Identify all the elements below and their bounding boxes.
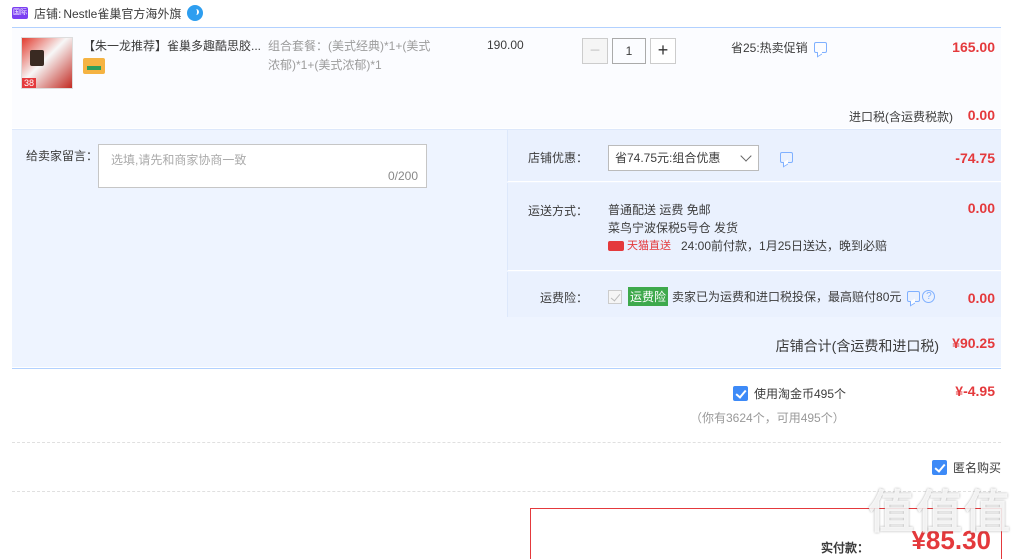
message-icon[interactable] <box>780 152 793 163</box>
shop-label: 店铺: <box>34 6 62 21</box>
tax-value: 0.00 <box>967 107 995 123</box>
order-options-panel: 给卖家留言： 选填,请先和商家协商一致 0/200 店铺优惠： 省74.75元:… <box>12 129 1001 367</box>
delivery-text: 24:00前付款，1月25日送达，晚到必赔 <box>681 239 888 253</box>
tmall-icon <box>608 241 624 251</box>
tax-label: 进口税(含运费税款) <box>849 110 953 124</box>
product-title-link[interactable]: 【朱一龙推荐】雀巢多趣酷思胶... <box>83 37 263 54</box>
insurance-checkbox[interactable] <box>608 289 622 304</box>
help-icon[interactable]: ? <box>922 290 936 303</box>
coupon-select[interactable]: 省74.75元:组合优惠 <box>608 145 759 171</box>
insurance-value: 0.00 <box>967 290 995 306</box>
unit-price: 190.00 <box>487 38 524 52</box>
message-placeholder: 选填,请先和商家协商一致 <box>111 153 247 167</box>
sku-info: 组合套餐：(美式经典)*1+(美式 浓郁)*1+(美式浓郁)*1 <box>268 37 453 75</box>
shipping-value: 0.00 <box>967 200 995 216</box>
tmall-direct-text: 天猫直送 <box>627 240 671 252</box>
anonymous-label: 匿名购买 <box>952 461 1001 475</box>
shop-name-link[interactable]: Nestle雀巢官方海外旗 <box>63 5 181 22</box>
order-item: 【朱一龙推荐】雀巢多趣酷思胶... 组合套餐：(美式经典)*1+(美式 浓郁)*… <box>12 28 1001 128</box>
payment-label: 实付款： <box>820 541 869 555</box>
watermark-logo: 值值值 <box>868 486 1012 538</box>
chevron-down-icon <box>740 150 752 162</box>
promotion: 省25:热卖促销 <box>731 39 827 56</box>
divider <box>12 491 1001 492</box>
seller-message-field[interactable]: 选填,请先和商家协商一致 0/200 <box>98 144 427 188</box>
coin-checkbox[interactable] <box>733 386 748 401</box>
message-icon[interactable] <box>907 291 921 302</box>
sku-line: 组合套餐：(美式经典)*1+(美式 <box>268 39 431 53</box>
coin-note: （你有3624个，可用495个） <box>690 411 845 425</box>
product-thumbnail[interactable] <box>21 37 73 89</box>
item-subtotal: 165.00 <box>952 39 995 55</box>
wangwang-chat-icon[interactable] <box>187 5 204 21</box>
shipping-label: 运送方式： <box>527 204 588 218</box>
coupon-row: 店铺优惠： 省74.75元:组合优惠 -74.75 <box>507 130 1001 182</box>
insurance-info: 运费险 卖家已为运费和进口税投保，最高赔付80元 ? <box>608 287 936 306</box>
anonymous-purchase-option[interactable]: 匿名购买 <box>931 459 1001 476</box>
taobao-coin-option[interactable]: 使用淘金币495个 <box>733 385 846 402</box>
delivery-promise: 天猫直送 24:00前付款，1月25日送达，晚到必赔 <box>608 237 887 255</box>
divider <box>12 368 1001 369</box>
divider <box>12 442 1001 443</box>
insurance-label: 运费险： <box>539 291 588 305</box>
shop-header: 国际 店铺: Nestle雀巢官方海外旗 <box>12 4 204 22</box>
promotion-text: 省25:热卖促销 <box>731 41 808 55</box>
quantity-stepper: − 1 + <box>582 38 676 64</box>
tmall-direct-badge: 天猫直送 <box>608 237 671 255</box>
increase-button[interactable]: + <box>650 38 676 64</box>
insurance-badge: 运费险 <box>628 287 669 306</box>
shipping-details: 普通配送 运费 免邮 菜鸟宁波保税5号仓 发货 天猫直送 24:00前付款，1月… <box>608 201 887 255</box>
shop-total-label: 店铺合计(含运费和进口税) <box>775 338 939 354</box>
credit-card-icon <box>83 58 105 74</box>
shipping-method: 普通配送 运费 免邮 <box>608 203 711 217</box>
shipping-warehouse: 菜鸟宁波保税5号仓 发货 <box>608 221 739 235</box>
coupon-selected: 省74.75元:组合优惠 <box>615 151 721 165</box>
message-label: 给卖家留言： <box>26 149 99 163</box>
message-icon[interactable] <box>813 42 827 53</box>
shop-total-value: ¥90.25 <box>952 335 995 351</box>
anonymous-checkbox[interactable] <box>931 460 947 475</box>
insurance-row: 运费险： 运费险 卖家已为运费和进口税投保，最高赔付80元 ? 0.00 <box>507 272 1001 317</box>
coin-label: 使用淘金币495个 <box>754 387 847 401</box>
shipping-row: 运送方式： 普通配送 运费 免邮 菜鸟宁波保税5号仓 发货 天猫直送 24:00… <box>507 183 1001 271</box>
sku-line: 浓郁)*1+(美式浓郁)*1 <box>268 58 382 72</box>
message-char-count: 0/200 <box>387 169 418 183</box>
quantity-input[interactable]: 1 <box>612 38 646 64</box>
coin-value: ¥-4.95 <box>955 383 995 399</box>
coupon-label: 店铺优惠： <box>527 151 588 165</box>
decrease-button[interactable]: − <box>582 38 608 64</box>
coupon-value: -74.75 <box>955 150 995 166</box>
global-shop-icon: 国际 <box>12 7 28 19</box>
insurance-text: 卖家已为运费和进口税投保，最高赔付80元 <box>672 290 902 304</box>
